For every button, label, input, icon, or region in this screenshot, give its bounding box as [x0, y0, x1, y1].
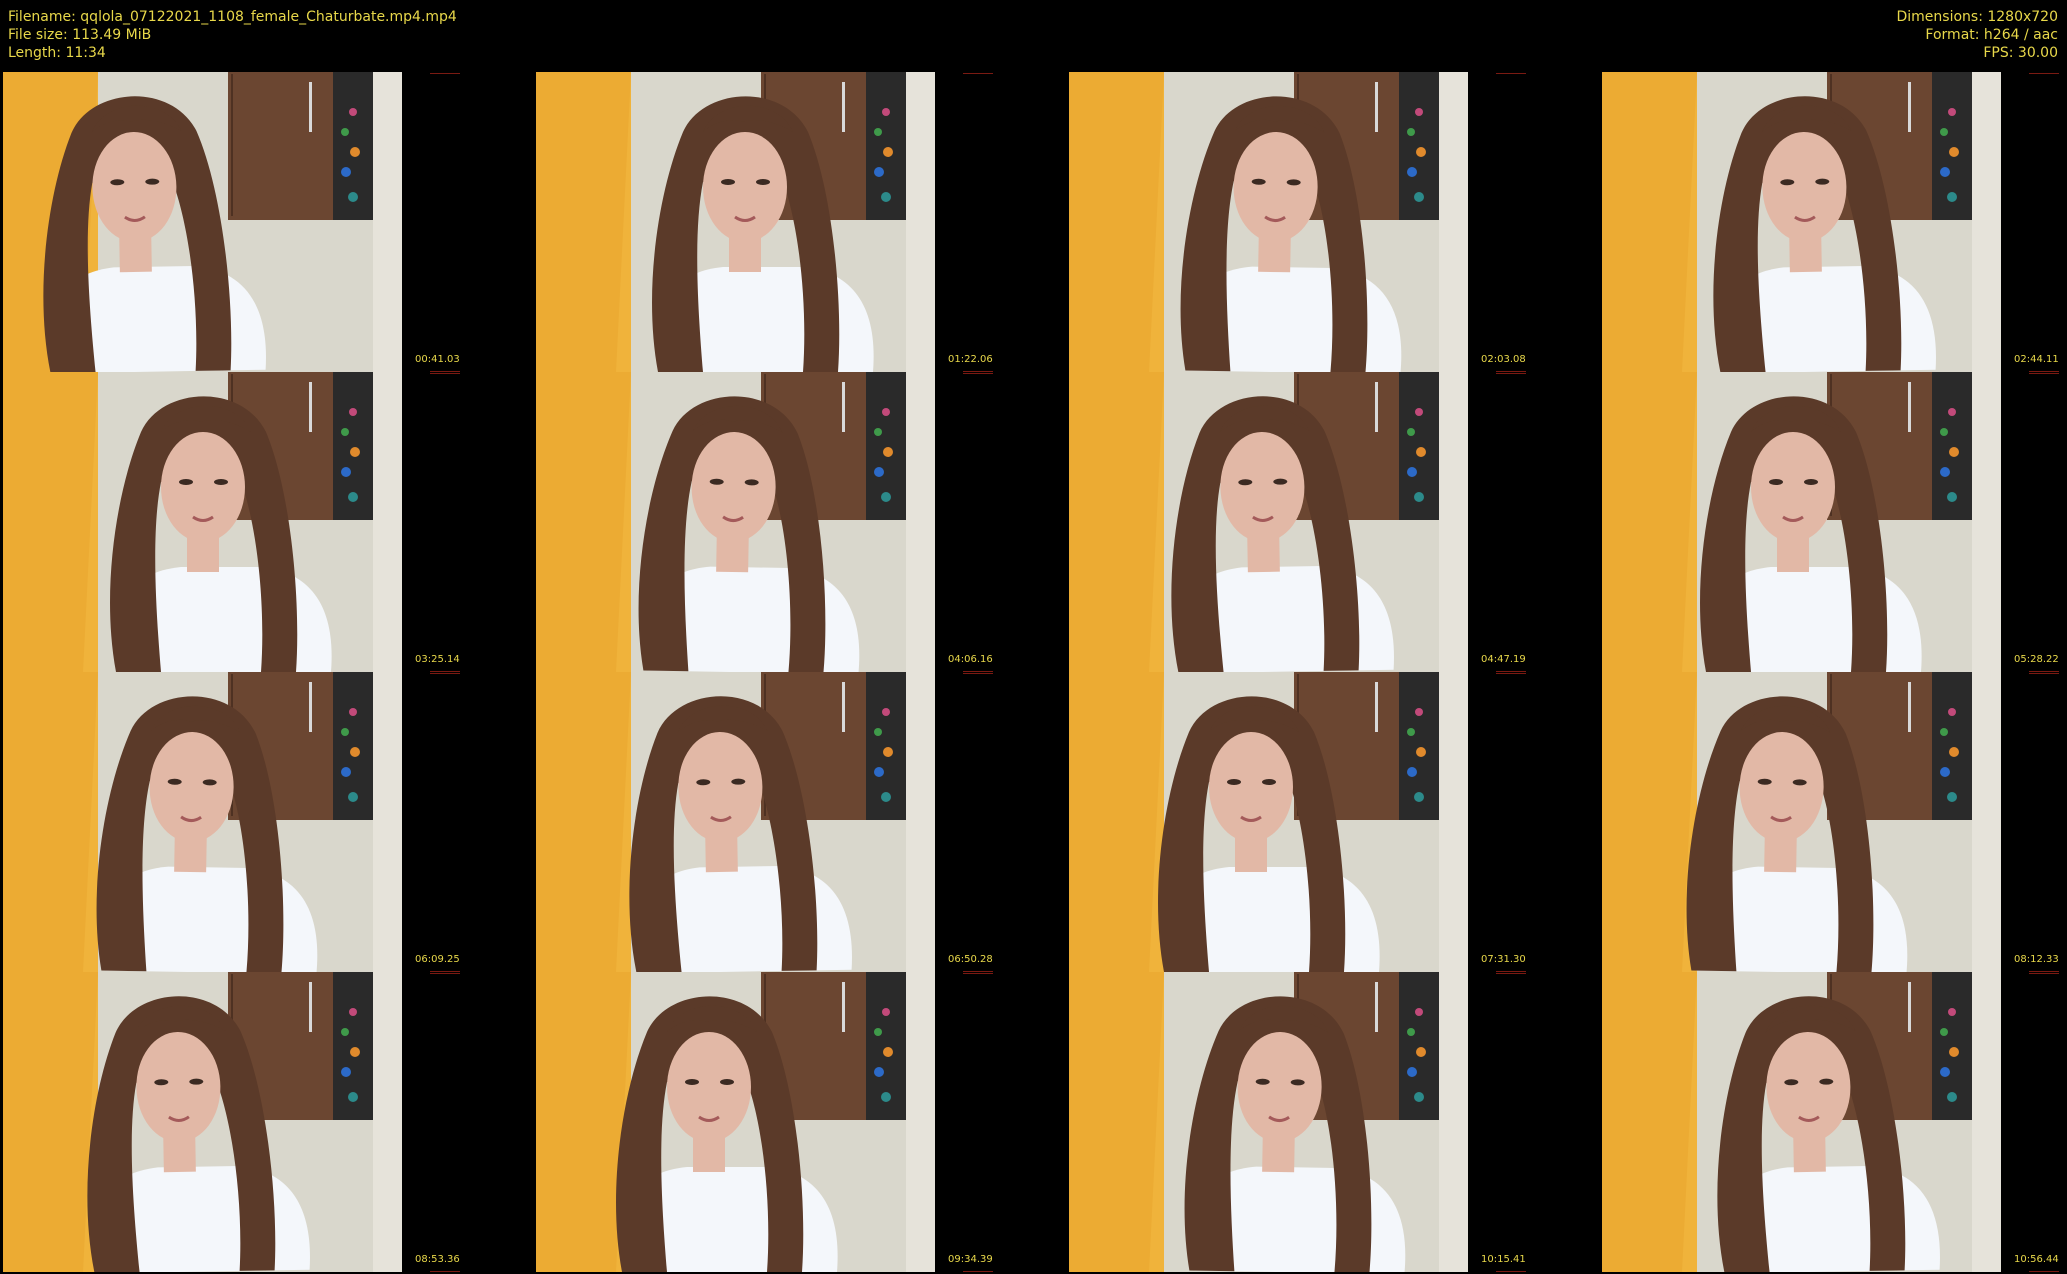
timestamp-label: 07:31.30 [1481, 954, 1526, 965]
thumbnail-tile: 09:34.39 [533, 972, 1068, 1272]
timeline-marker [1496, 73, 1526, 74]
video-frame-image [536, 672, 935, 972]
thumbnail-tile: 10:56.44 [1599, 972, 2067, 1272]
thumbnail-tile: 04:06.16 [533, 372, 1068, 672]
timestamp-label: 02:03.08 [1481, 354, 1526, 365]
timeline-marker [430, 373, 460, 374]
thumbnail-tile: 00:41.03 [0, 72, 535, 372]
video-frame-image [536, 372, 935, 672]
timestamp-label: 04:47.19 [1481, 654, 1526, 665]
video-frame-image [3, 372, 402, 672]
file-info: Filename: qqlola_07122021_1108_female_Ch… [8, 8, 457, 62]
fps-text: FPS: 30.00 [1983, 45, 2058, 61]
format-text: Format: h264 / aac [1925, 27, 2058, 43]
timeline-marker [963, 973, 993, 974]
timestamp-label: 02:44.11 [2014, 354, 2059, 365]
timeline-marker [963, 73, 993, 74]
thumbnail-tile: 02:03.08 [1066, 72, 1601, 372]
timeline-marker [1496, 973, 1526, 974]
video-frame-image [1069, 972, 1468, 1272]
timeline-marker [963, 673, 993, 674]
video-frame-image [3, 72, 402, 372]
timestamp-label: 04:06.16 [948, 654, 993, 665]
thumbnail-grid: 00:41.03 01:22.06 02:03.08 02:44.11 03:2… [0, 72, 2067, 1274]
thumbnail-tile: 06:09.25 [0, 672, 535, 972]
video-frame-image [1602, 672, 2001, 972]
thumbnail-tile: 08:12.33 [1599, 672, 2067, 972]
thumbnail-tile: 01:22.06 [533, 72, 1068, 372]
timestamp-label: 06:50.28 [948, 954, 993, 965]
timestamp-label: 03:25.14 [415, 654, 460, 665]
filename-text: Filename: qqlola_07122021_1108_female_Ch… [8, 9, 457, 25]
video-info: Dimensions: 1280x720 Format: h264 / aac … [1896, 8, 2058, 62]
video-frame-image [3, 972, 402, 1272]
timestamp-label: 10:15.41 [1481, 1254, 1526, 1265]
timestamp-label: 00:41.03 [415, 354, 460, 365]
timestamp-label: 08:53.36 [415, 1254, 460, 1265]
video-frame-image [1602, 372, 2001, 672]
timeline-marker [430, 673, 460, 674]
timeline-marker [2029, 373, 2059, 374]
timestamp-label: 10:56.44 [2014, 1254, 2059, 1265]
video-frame-image [1602, 72, 2001, 372]
timeline-marker [1496, 373, 1526, 374]
timeline-marker [1496, 673, 1526, 674]
video-frame-image [3, 672, 402, 972]
thumbnail-tile: 05:28.22 [1599, 372, 2067, 672]
video-frame-image [536, 72, 935, 372]
timeline-marker [430, 973, 460, 974]
timeline-marker [2029, 673, 2059, 674]
timeline-marker [430, 1271, 460, 1272]
timeline-marker [1496, 1271, 1526, 1272]
thumbnail-tile: 08:53.36 [0, 972, 535, 1272]
timestamp-label: 09:34.39 [948, 1254, 993, 1265]
length-text: Length: 11:34 [8, 45, 106, 61]
thumbnail-tile: 02:44.11 [1599, 72, 2067, 372]
timeline-marker [963, 373, 993, 374]
thumbnail-tile: 03:25.14 [0, 372, 535, 672]
filesize-text: File size: 113.49 MiB [8, 27, 152, 43]
timestamp-label: 08:12.33 [2014, 954, 2059, 965]
timeline-marker [963, 1271, 993, 1272]
video-frame-image [1069, 672, 1468, 972]
video-frame-image [1069, 72, 1468, 372]
video-frame-image [536, 972, 935, 1272]
video-frame-image [1602, 972, 2001, 1272]
timeline-marker [430, 73, 460, 74]
timestamp-label: 01:22.06 [948, 354, 993, 365]
thumbnail-tile: 07:31.30 [1066, 672, 1601, 972]
timeline-marker [2029, 73, 2059, 74]
thumbnail-tile: 10:15.41 [1066, 972, 1601, 1272]
video-frame-image [1069, 372, 1468, 672]
dimensions-text: Dimensions: 1280x720 [1896, 9, 2058, 25]
timestamp-label: 06:09.25 [415, 954, 460, 965]
thumbnail-tile: 06:50.28 [533, 672, 1068, 972]
timeline-marker [2029, 973, 2059, 974]
timeline-marker [2029, 1271, 2059, 1272]
thumbnail-tile: 04:47.19 [1066, 372, 1601, 672]
timestamp-label: 05:28.22 [2014, 654, 2059, 665]
